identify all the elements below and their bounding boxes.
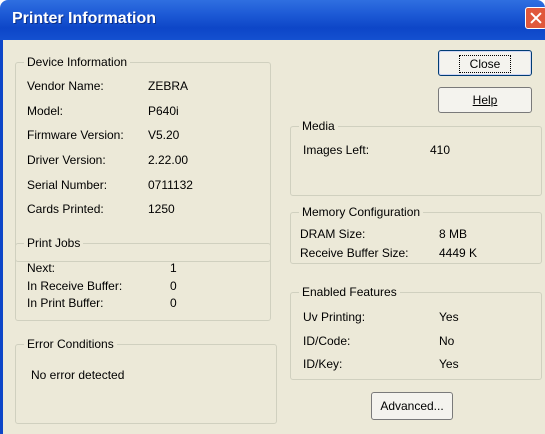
id-key-value: Yes bbox=[439, 357, 459, 371]
id-code-label: ID/Code: bbox=[303, 334, 351, 348]
print-jobs-title: Print Jobs bbox=[24, 236, 84, 250]
uv-printing-label: Uv Printing: bbox=[303, 310, 366, 324]
uv-printing-value: Yes bbox=[439, 310, 459, 324]
in-receive-buffer-label: In Receive Buffer: bbox=[27, 279, 123, 293]
advanced-button-label: Advanced... bbox=[380, 399, 444, 413]
receive-buffer-size-label: Receive Buffer Size: bbox=[300, 246, 409, 260]
media-title: Media bbox=[299, 119, 338, 133]
window-title: Printer Information bbox=[12, 10, 157, 27]
firmware-version-value: V5.20 bbox=[148, 128, 180, 142]
id-code-value: No bbox=[439, 334, 455, 348]
receive-buffer-size-value: 4449 K bbox=[439, 246, 478, 260]
media-group: Media bbox=[290, 119, 542, 196]
serial-number-label: Serial Number: bbox=[27, 178, 108, 192]
next-value: 1 bbox=[170, 261, 177, 275]
close-button-label: Close bbox=[458, 55, 512, 73]
error-conditions-title: Error Conditions bbox=[24, 337, 117, 351]
driver-version-label: Driver Version: bbox=[27, 153, 106, 167]
in-print-buffer-label: In Print Buffer: bbox=[27, 296, 104, 310]
driver-version-value: 2.22.00 bbox=[148, 153, 189, 167]
vendor-name-label: Vendor Name: bbox=[27, 79, 104, 93]
help-button[interactable]: Help bbox=[438, 87, 532, 113]
dialog-body: Device Information Vendor Name: ZEBRA Mo… bbox=[3, 40, 545, 434]
error-message: No error detected bbox=[31, 368, 125, 382]
title-bar[interactable]: Printer Information bbox=[0, 0, 545, 40]
close-button[interactable]: Close bbox=[438, 50, 532, 76]
printer-information-dialog: Printer Information Device Information V… bbox=[0, 0, 545, 434]
images-left-label: Images Left: bbox=[303, 143, 370, 157]
close-icon[interactable] bbox=[525, 7, 545, 29]
in-receive-buffer-value: 0 bbox=[170, 279, 177, 293]
error-conditions-group: Error Conditions bbox=[15, 337, 277, 424]
id-key-label: ID/Key: bbox=[303, 357, 343, 371]
device-information-title: Device Information bbox=[24, 55, 131, 69]
enabled-features-title: Enabled Features bbox=[299, 285, 400, 299]
images-left-value: 410 bbox=[430, 143, 451, 157]
dram-size-label: DRAM Size: bbox=[300, 227, 366, 241]
help-button-label: Help bbox=[472, 93, 498, 107]
vendor-name-value: ZEBRA bbox=[148, 79, 189, 93]
memory-configuration-title: Memory Configuration bbox=[299, 205, 424, 219]
model-value: P640i bbox=[148, 104, 179, 118]
in-print-buffer-value: 0 bbox=[170, 296, 177, 310]
model-label: Model: bbox=[27, 104, 64, 118]
next-label: Next: bbox=[27, 261, 56, 275]
dram-size-value: 8 MB bbox=[439, 227, 468, 241]
cards-printed-value: 1250 bbox=[148, 202, 175, 216]
firmware-version-label: Firmware Version: bbox=[27, 128, 124, 142]
serial-number-value: 0711132 bbox=[148, 178, 193, 192]
advanced-button[interactable]: Advanced... bbox=[371, 392, 453, 420]
cards-printed-label: Cards Printed: bbox=[27, 202, 104, 216]
